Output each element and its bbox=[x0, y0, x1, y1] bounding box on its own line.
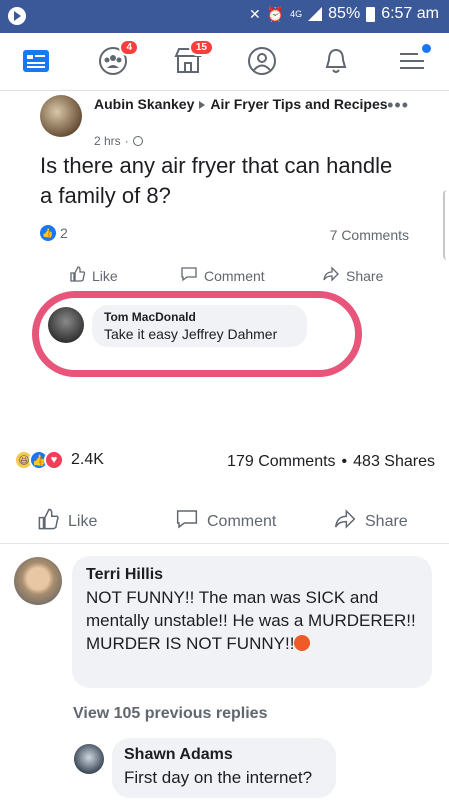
menu-dot-badge bbox=[422, 44, 431, 53]
author-name[interactable]: Aubin Skankey bbox=[94, 96, 194, 112]
like-button[interactable]: Like bbox=[70, 266, 118, 285]
clock: 6:57 am bbox=[381, 5, 439, 22]
comment-text: NOT FUNNY!! The man was SICK and mentall… bbox=[86, 588, 416, 653]
post-text: Is there any air fryer that can handle a… bbox=[40, 153, 393, 208]
marketplace-badge: 15 bbox=[188, 39, 214, 56]
comment-text-block: NOT FUNNY!! The man was SICK and mentall… bbox=[86, 586, 418, 655]
comment-count[interactable]: 7 Comments bbox=[330, 227, 409, 243]
network-type: 4G bbox=[290, 9, 303, 19]
comments-count[interactable]: 179 Comments bbox=[227, 453, 336, 471]
separator: • bbox=[341, 453, 348, 470]
post-action-bar: Like Comment Share bbox=[0, 500, 449, 540]
group-name[interactable]: Air Fryer Tips and Recipes bbox=[210, 96, 387, 112]
reply-text: First day on the internet? bbox=[124, 768, 313, 787]
like-label: Like bbox=[68, 512, 98, 530]
like-button[interactable]: Like bbox=[38, 508, 97, 535]
menu-icon[interactable] bbox=[396, 44, 431, 77]
top-nav: 4 15 bbox=[0, 33, 449, 91]
love-reaction-icon: ♥ bbox=[44, 450, 64, 470]
shared-post: Aubin Skankey Air Fryer Tips and Recipes … bbox=[0, 91, 449, 425]
like-label: Like bbox=[92, 267, 118, 284]
groups-icon[interactable]: 4 bbox=[97, 39, 139, 77]
post-meta: 2 hrs · bbox=[94, 134, 143, 148]
comment-author[interactable]: Tom MacDonald bbox=[104, 310, 295, 325]
post-reactions[interactable]: 👍 2 bbox=[40, 225, 68, 241]
messenger-play-icon bbox=[8, 7, 26, 25]
comment-label: Comment bbox=[207, 512, 277, 530]
share-button[interactable]: Share bbox=[333, 508, 408, 535]
comment-bubble: Terri Hillis NOT FUNNY!! The man was SIC… bbox=[72, 556, 432, 688]
comment-author[interactable]: Terri Hillis bbox=[86, 564, 418, 586]
shares-count[interactable]: 483 Shares bbox=[353, 453, 435, 471]
avatar[interactable] bbox=[14, 557, 62, 605]
comment-button[interactable]: Comment bbox=[175, 508, 276, 535]
highlighted-comment: Tom MacDonald Take it easy Jeffrey Dahme… bbox=[92, 305, 307, 347]
comment-button[interactable]: Comment bbox=[180, 266, 265, 285]
reply-bubble: Shawn Adams First day on the internet? bbox=[112, 738, 336, 798]
like-reaction-icon: 👍 bbox=[40, 225, 56, 241]
signal-icon bbox=[308, 7, 323, 21]
feed-icon[interactable] bbox=[20, 45, 52, 77]
reaction-total: 2.4K bbox=[71, 451, 104, 468]
share-button[interactable]: Share bbox=[322, 266, 383, 285]
comment-label: Comment bbox=[204, 267, 265, 284]
share-icon bbox=[333, 508, 357, 535]
status-indicators: ✕ ⏰ 4G 85% 6:57 am bbox=[249, 5, 439, 23]
reactions-summary[interactable]: 😆 👍 ♥ 2.4K bbox=[14, 450, 104, 470]
arrow-right-icon bbox=[199, 100, 206, 109]
alarm-icon: ⏰ bbox=[266, 5, 285, 22]
comment-text: Take it easy Jeffrey Dahmer bbox=[104, 326, 278, 342]
groups-badge: 4 bbox=[119, 39, 139, 56]
avatar[interactable] bbox=[74, 744, 104, 774]
share-label: Share bbox=[365, 512, 408, 530]
reaction-count: 2 bbox=[60, 225, 68, 241]
thumbs-up-icon bbox=[70, 266, 86, 285]
mute-icon: ✕ bbox=[248, 5, 261, 22]
battery-icon bbox=[366, 6, 376, 22]
globe-icon bbox=[132, 136, 143, 146]
marketplace-icon[interactable]: 15 bbox=[172, 39, 214, 77]
view-previous-replies-link[interactable]: View 105 previous replies bbox=[73, 705, 267, 723]
status-bar: ✕ ⏰ 4G 85% 6:57 am bbox=[0, 0, 449, 33]
reply-author[interactable]: Shawn Adams bbox=[124, 744, 324, 766]
avatar[interactable] bbox=[48, 307, 84, 343]
avatar[interactable] bbox=[40, 95, 82, 137]
engagement-counts: 179 Comments • 483 Shares bbox=[227, 453, 435, 471]
angry-emoji-icon bbox=[294, 635, 311, 651]
post-header: Aubin Skankey Air Fryer Tips and Recipes bbox=[94, 95, 394, 114]
comment-icon bbox=[175, 508, 199, 535]
share-label: Share bbox=[346, 267, 384, 284]
profile-icon[interactable] bbox=[246, 45, 278, 77]
post-time: 2 hrs bbox=[94, 134, 121, 148]
battery-percent: 85% bbox=[328, 5, 361, 22]
scrollbar[interactable] bbox=[443, 190, 449, 260]
comment-icon bbox=[180, 266, 198, 285]
thumbs-up-icon bbox=[38, 508, 60, 535]
notifications-icon[interactable] bbox=[320, 45, 352, 77]
more-options-icon[interactable]: ••• bbox=[387, 95, 409, 116]
post-actions: Like Comment Share bbox=[40, 266, 410, 290]
share-icon bbox=[322, 266, 340, 285]
divider bbox=[0, 543, 449, 544]
